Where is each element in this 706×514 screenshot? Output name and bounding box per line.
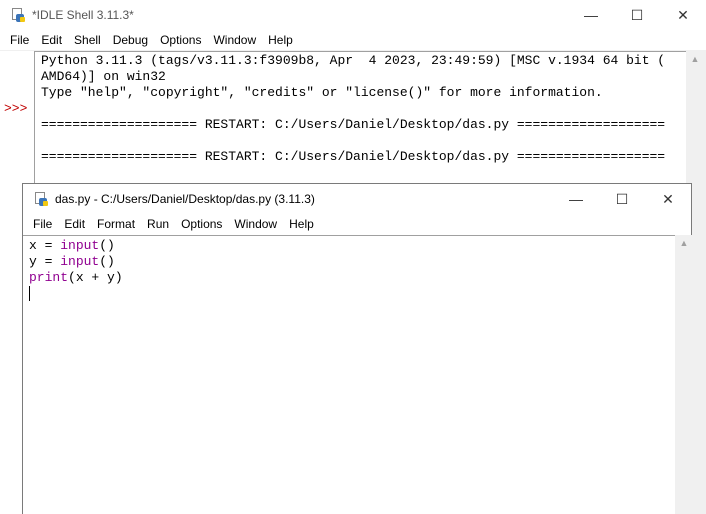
code-text: (): [99, 238, 115, 253]
menu-edit[interactable]: Edit: [35, 33, 68, 47]
shell-line: Type "help", "copyright", "credits" or "…: [41, 85, 603, 100]
scroll-up-icon[interactable]: ▲: [686, 51, 704, 67]
menu-debug[interactable]: Debug: [107, 33, 154, 47]
code-text: y =: [29, 254, 61, 269]
menu-help[interactable]: Help: [262, 33, 299, 47]
close-button[interactable]: ✕: [645, 184, 691, 214]
code-text: (x + y): [68, 270, 123, 285]
builtin-keyword: print: [29, 270, 69, 285]
editor-title: das.py - C:/Users/Daniel/Desktop/das.py …: [55, 192, 315, 206]
menu-help[interactable]: Help: [283, 217, 320, 231]
text-cursor: [29, 286, 30, 302]
menu-edit[interactable]: Edit: [58, 217, 91, 231]
maximize-button[interactable]: ☐: [599, 184, 645, 214]
menu-file[interactable]: File: [4, 33, 35, 47]
shell-menubar: File Edit Shell Debug Options Window Hel…: [0, 30, 706, 50]
shell-prompt: >>>: [4, 101, 28, 116]
code-line: x = input(): [29, 238, 675, 254]
shell-line: Python 3.11.3 (tags/v3.11.3:f3909b8, Apr…: [41, 53, 666, 68]
menu-format[interactable]: Format: [91, 217, 141, 231]
shell-line: ==================== RESTART: C:/Users/D…: [41, 117, 666, 132]
editor-window: das.py - C:/Users/Daniel/Desktop/das.py …: [22, 183, 693, 514]
maximize-button[interactable]: ☐: [614, 0, 660, 30]
menu-window[interactable]: Window: [228, 217, 283, 231]
code-editor[interactable]: x = input() y = input() print(x + y): [23, 235, 675, 514]
minimize-button[interactable]: —: [568, 0, 614, 30]
builtin-keyword: input: [60, 238, 100, 253]
menu-window[interactable]: Window: [207, 33, 262, 47]
python-file-icon: [10, 7, 26, 23]
close-button[interactable]: ✕: [660, 0, 706, 30]
editor-scrollbar[interactable]: ▲: [675, 235, 693, 514]
python-file-icon: [33, 191, 49, 207]
shell-line: AMD64)] on win32: [41, 69, 166, 84]
code-line: y = input(): [29, 254, 675, 270]
menu-options[interactable]: Options: [175, 217, 228, 231]
editor-titlebar[interactable]: das.py - C:/Users/Daniel/Desktop/das.py …: [23, 184, 691, 214]
menu-file[interactable]: File: [27, 217, 58, 231]
editor-menubar: File Edit Format Run Options Window Help: [23, 214, 691, 234]
shell-line: ==================== RESTART: C:/Users/D…: [41, 149, 666, 164]
code-text: x =: [29, 238, 61, 253]
shell-title: *IDLE Shell 3.11.3*: [32, 8, 134, 22]
menu-run[interactable]: Run: [141, 217, 175, 231]
menu-shell[interactable]: Shell: [68, 33, 107, 47]
code-line: print(x + y): [29, 270, 675, 286]
shell-titlebar[interactable]: *IDLE Shell 3.11.3* — ☐ ✕: [0, 0, 706, 30]
builtin-keyword: input: [60, 254, 100, 269]
code-line: [29, 286, 675, 302]
menu-options[interactable]: Options: [154, 33, 207, 47]
minimize-button[interactable]: —: [553, 184, 599, 214]
code-text: (): [99, 254, 115, 269]
scroll-up-icon[interactable]: ▲: [675, 235, 693, 251]
